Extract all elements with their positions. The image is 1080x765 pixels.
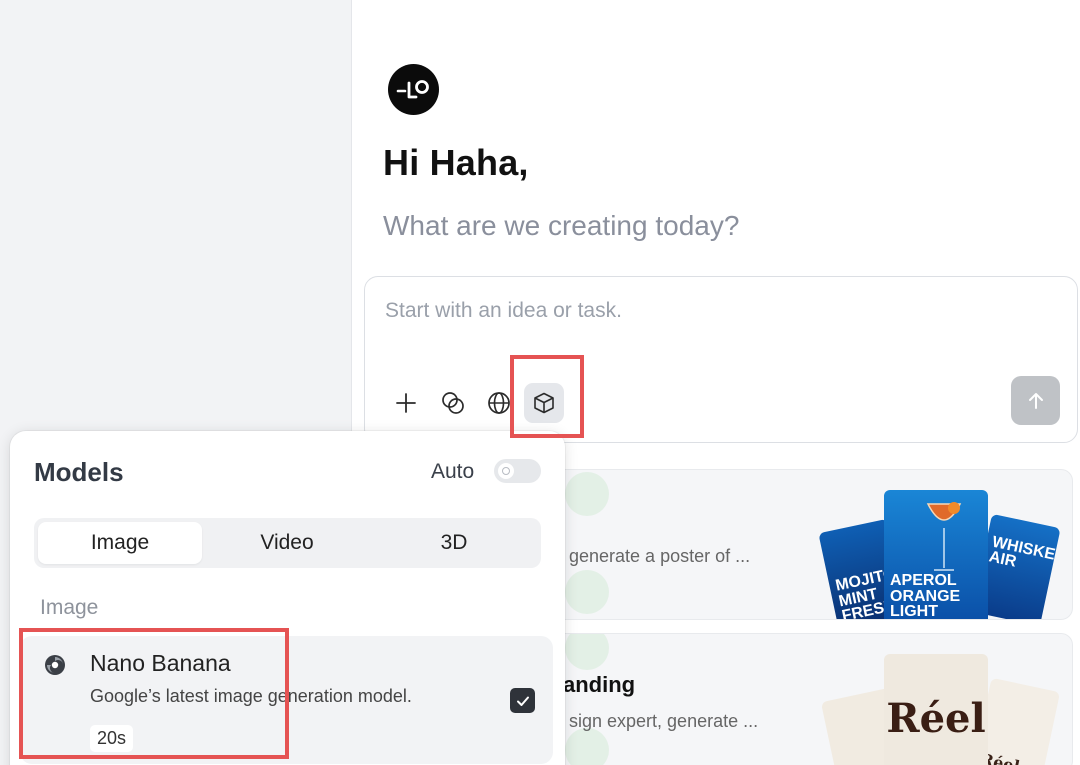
model-type-tabs: Image Video 3D	[34, 518, 541, 568]
card-description: sign expert, generate ...	[569, 711, 759, 731]
poster-featured-text: APEROL ORANGE LIGHT	[890, 572, 961, 620]
tab-image[interactable]: Image	[38, 522, 202, 564]
model-option-nano-banana[interactable]: Nano Banana Google’s latest image genera…	[20, 636, 553, 764]
model-name: Nano Banana	[90, 650, 231, 676]
poster-thumbnail-featured: Réel	[884, 654, 988, 765]
tab-video[interactable]: Video	[205, 522, 369, 564]
model-description: Google’s latest image generation model.	[90, 686, 412, 706]
template-card-cocktail[interactable]: generate a poster of ... MOJITO MINT FRE…	[542, 469, 1073, 620]
auto-toggle[interactable]	[494, 459, 541, 483]
app-logo[interactable]	[388, 64, 439, 115]
card-title: anding	[563, 672, 636, 697]
blend-icon[interactable]	[433, 383, 473, 423]
logo-watermark-icon	[565, 634, 609, 765]
send-button[interactable]	[1011, 376, 1060, 425]
check-icon	[516, 696, 529, 706]
cube-icon[interactable]	[524, 383, 564, 423]
logo-icon	[396, 79, 429, 98]
arrow-up-icon	[1028, 392, 1043, 409]
template-card-branding[interactable]: anding sign expert, generate ... Ré Réel…	[542, 633, 1073, 765]
auto-label: Auto	[431, 460, 475, 483]
toggle-knob	[498, 463, 514, 479]
section-label: Image	[40, 596, 99, 619]
logo-watermark-icon	[565, 472, 609, 614]
panel-title: Models	[34, 457, 124, 487]
plus-icon[interactable]	[386, 383, 426, 423]
duration-badge: 20s	[90, 725, 134, 752]
prompt-composer	[364, 276, 1078, 443]
cocktail-glass-icon	[926, 502, 962, 571]
gemini-icon	[45, 655, 65, 675]
prompt-input[interactable]	[385, 299, 945, 323]
subgreeting-text: What are we creating today?	[383, 210, 740, 241]
card-description: generate a poster of ...	[569, 546, 751, 566]
models-panel: Models Auto Image Video 3D Image Nano Ba…	[10, 431, 565, 765]
poster-thumbnail-featured: APEROL ORANGE LIGHT	[884, 490, 988, 620]
selected-checkbox[interactable]	[510, 688, 535, 713]
greeting-heading: Hi Haha,	[383, 142, 529, 183]
globe-icon[interactable]	[479, 383, 519, 423]
tab-3d[interactable]: 3D	[372, 522, 536, 564]
